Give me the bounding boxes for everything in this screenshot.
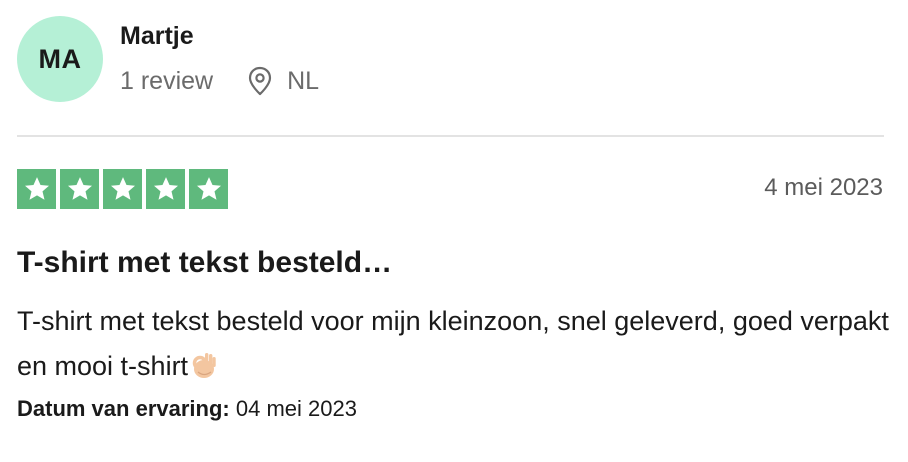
review-body: T-shirt met tekst besteld voor mijn klei… xyxy=(17,299,892,389)
reviewer-meta: 1 review NL xyxy=(120,64,319,98)
reviewer-country: NL xyxy=(287,66,320,95)
location-pin-icon xyxy=(247,66,273,96)
review-card: MA Martje 1 review NL 4 mei 2023 T-shirt… xyxy=(0,0,908,462)
review-count: 1 review xyxy=(120,66,214,95)
reviewer-name[interactable]: Martje xyxy=(120,22,194,51)
avatar[interactable]: MA xyxy=(17,16,103,102)
avatar-initials: MA xyxy=(38,43,82,74)
star-icon xyxy=(17,169,56,209)
star-icon xyxy=(103,169,142,209)
review-body-text: T-shirt met tekst besteld voor mijn klei… xyxy=(17,306,889,381)
star-icon xyxy=(189,169,228,209)
star-rating xyxy=(17,169,228,209)
experience-value: 04 mei 2023 xyxy=(235,396,357,421)
experience-date: Datum van ervaring: 04 mei 2023 xyxy=(17,396,357,422)
review-date: 4 mei 2023 xyxy=(764,174,883,201)
star-icon xyxy=(60,169,99,209)
review-title[interactable]: T-shirt met tekst besteld… xyxy=(17,246,392,280)
experience-label: Datum van ervaring: xyxy=(17,396,230,421)
divider xyxy=(17,135,884,137)
star-icon xyxy=(146,169,185,209)
ok-hand-emoji xyxy=(190,349,218,379)
